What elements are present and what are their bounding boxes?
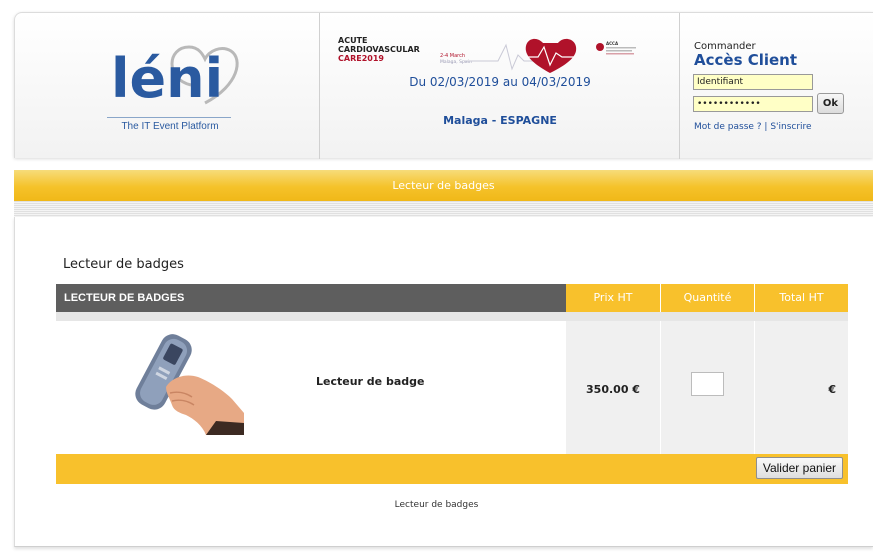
event-dates: Du 02/03/2019 au 04/03/2019 [409, 75, 591, 89]
leni-logo: léni [111, 45, 239, 110]
table-header-item: LECTEUR DE BADGES [56, 284, 566, 312]
table-row: Lecteur de badge 350.00 € € [56, 321, 848, 454]
table-header-quantity: Quantité [661, 284, 754, 312]
logo-panel[interactable]: léni The IT Event Platform [15, 13, 320, 159]
client-login-panel: Commander Accès Client Ok Mot de passe ?… [680, 13, 873, 159]
footer-label: Lecteur de badges [394, 500, 479, 510]
banner-sub: 2-4 March [440, 53, 465, 59]
logo-tagline: The IT Event Platform [121, 121, 219, 132]
acca-logo-icon [596, 43, 604, 51]
table-spacer [56, 312, 848, 321]
logo-text: léni [111, 47, 223, 110]
main-content: Lecteur de badges LECTEUR DE BADGES Prix… [14, 217, 873, 547]
account-links: Mot de passe ? | S'inscrire [694, 122, 812, 132]
product-price: 350.00 € [586, 383, 640, 396]
quantity-input[interactable] [691, 372, 724, 396]
table-header-total: Total HT [755, 284, 848, 312]
cart-footer-bar: Valider panier [56, 454, 848, 484]
banner-location: Malaga, Spain [440, 59, 472, 65]
product-total: € [828, 383, 836, 396]
username-input[interactable] [693, 74, 813, 90]
validate-cart-button[interactable]: Valider panier [755, 457, 843, 479]
forgot-password-link[interactable]: Mot de passe ? [694, 122, 762, 132]
login-ok-button[interactable]: Ok [817, 93, 844, 114]
event-place: Malaga - ESPAGNE [443, 114, 557, 127]
banner-line-2: CARDIOVASCULAR [338, 45, 420, 54]
client-access-title: Accès Client [694, 51, 798, 69]
section-title: Lecteur de badges [63, 257, 184, 272]
password-input[interactable] [693, 96, 813, 112]
signup-link[interactable]: S'inscrire [770, 122, 811, 132]
badge-reader-image [135, 334, 244, 435]
links-separator: | [761, 122, 771, 132]
banner-org: ACCA [606, 41, 619, 46]
logo-divider [107, 117, 231, 118]
event-banner[interactable]: ACUTE CARDIOVASCULAR CARE2019 2-4 March … [338, 35, 638, 73]
event-panel: ACUTE CARDIOVASCULAR CARE2019 2-4 March … [320, 13, 680, 159]
product-name[interactable]: Lecteur de badge [316, 375, 424, 388]
banner-line-1: ACUTE [338, 36, 367, 45]
banner-line-3: CARE2019 [338, 54, 384, 63]
heart-icon [525, 38, 577, 73]
table-header-price: Prix HT [566, 284, 660, 312]
decorative-stripes [14, 201, 873, 217]
page-title-bar: Lecteur de badges [14, 170, 873, 201]
site-header: léni The IT Event Platform ACUTE CARDIOV… [14, 12, 873, 159]
